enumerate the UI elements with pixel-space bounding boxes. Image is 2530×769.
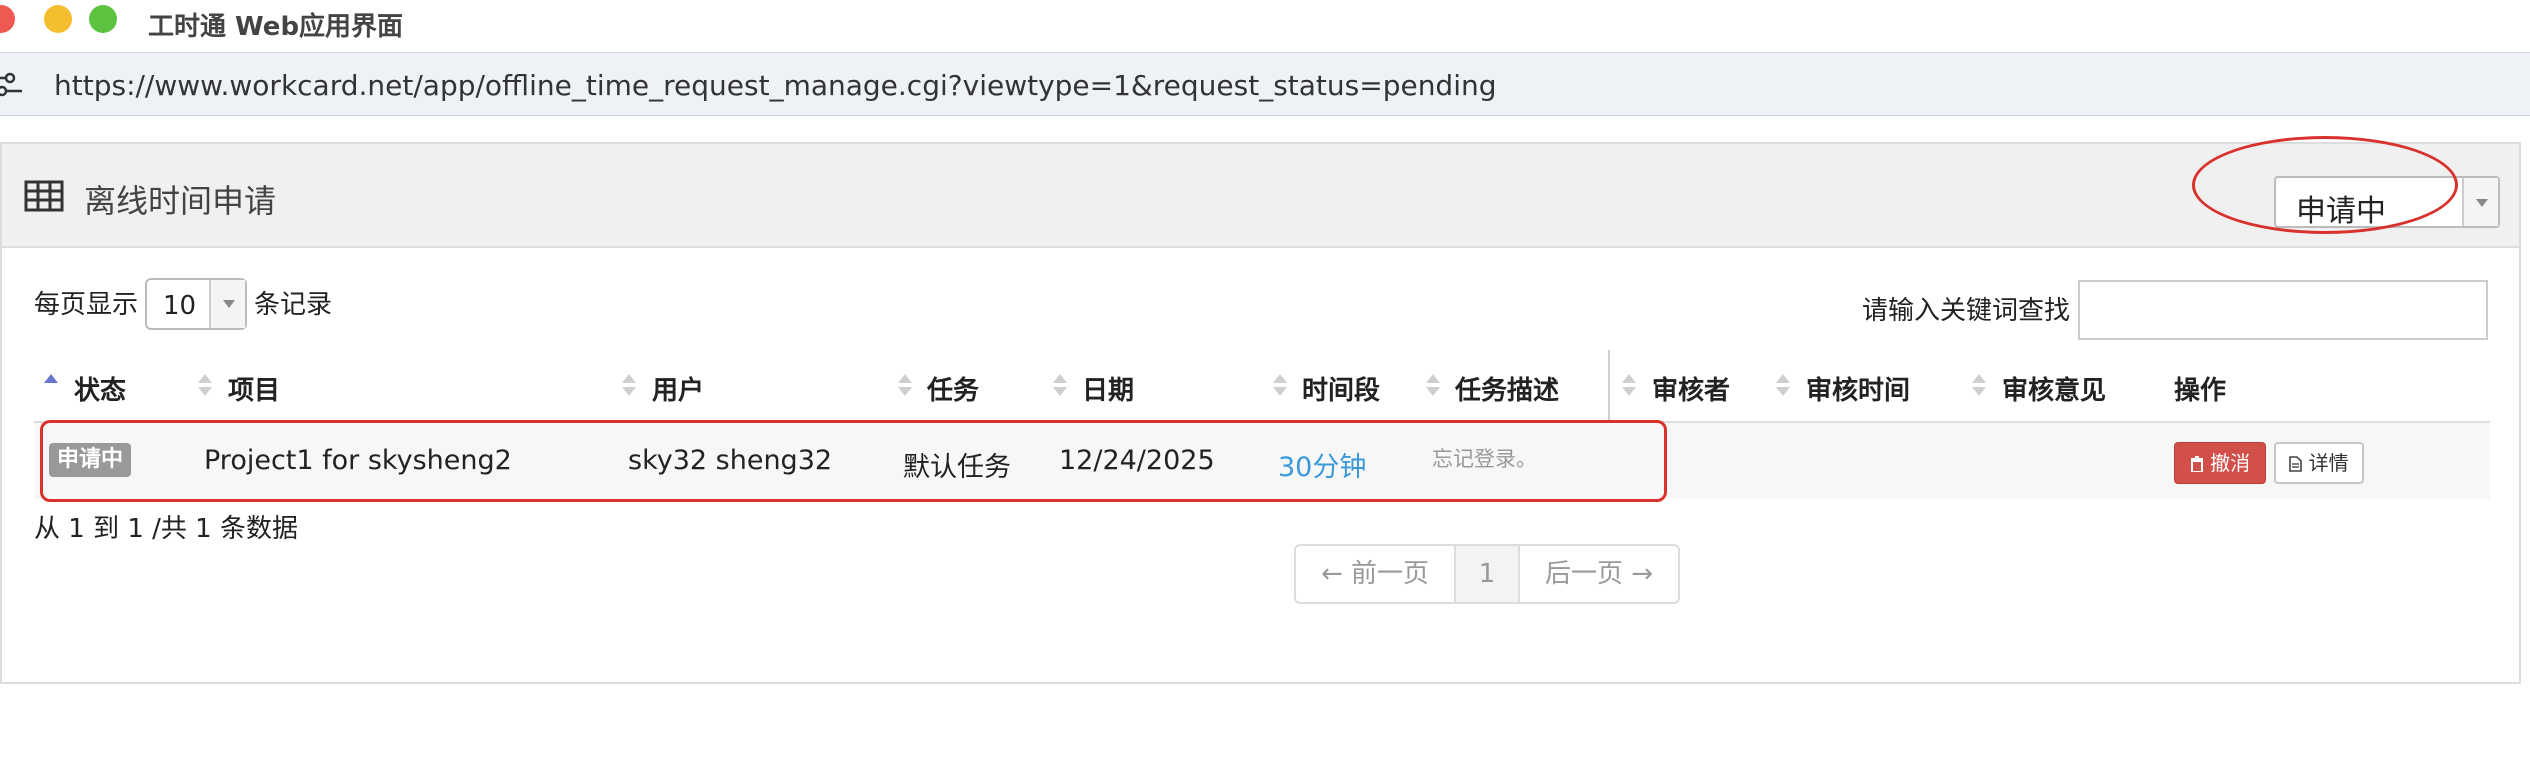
cancel-request-button[interactable]: 撤消 bbox=[2174, 442, 2266, 484]
sort-icon[interactable] bbox=[1273, 372, 1287, 400]
page-number-button[interactable]: 1 bbox=[1456, 546, 1520, 602]
cell-description: 忘记登录。 bbox=[1432, 447, 1537, 471]
address-bar[interactable]: https://www.workcard.net/app/offline_tim… bbox=[0, 52, 2530, 116]
site-settings-icon[interactable] bbox=[0, 71, 24, 99]
page-length-select[interactable]: 10 bbox=[145, 278, 247, 330]
search-label: 请输入关键词查找 bbox=[1862, 296, 2071, 326]
column-header-description[interactable]: 任务描述 bbox=[1455, 370, 1559, 407]
sort-icon[interactable] bbox=[1972, 372, 1986, 400]
maximize-window-button[interactable] bbox=[89, 5, 117, 33]
column-header-date[interactable]: 日期 bbox=[1082, 370, 1134, 407]
page-length-value: 10 bbox=[163, 291, 197, 321]
column-header-actions: 操作 bbox=[2174, 376, 2227, 406]
column-header-user[interactable]: 用户 bbox=[652, 370, 704, 407]
detail-label: 详情 bbox=[2308, 451, 2349, 475]
search-input[interactable] bbox=[2078, 280, 2488, 340]
table-info: 从 1 到 1 /共 1 条数据 bbox=[34, 514, 298, 544]
trash-icon bbox=[2190, 456, 2203, 473]
chevron-down-icon[interactable] bbox=[209, 280, 245, 328]
chevron-down-icon[interactable] bbox=[2462, 178, 2498, 226]
sort-asc-icon[interactable] bbox=[44, 372, 58, 400]
cell-project: Project1 for skysheng2 bbox=[204, 445, 512, 476]
column-header-status[interactable]: 状态 bbox=[74, 370, 126, 407]
column-header-duration[interactable]: 时间段 bbox=[1302, 370, 1380, 407]
sort-icon[interactable] bbox=[1053, 372, 1067, 400]
panel-header: 离线时间申请 申请中 bbox=[2, 136, 2519, 248]
sort-icon[interactable] bbox=[198, 372, 212, 400]
previous-page-button[interactable]: ← 前一页 bbox=[1296, 546, 1456, 602]
page-length-suffix: 条记录 bbox=[254, 290, 333, 320]
status-badge: 申请中 bbox=[49, 443, 132, 477]
window-titlebar: 工时通 Web应用界面 bbox=[0, 0, 2530, 45]
cell-duration-link[interactable]: 30分钟 bbox=[1278, 445, 1366, 484]
minimize-window-button[interactable] bbox=[44, 5, 72, 33]
offline-time-request-panel: 离线时间申请 申请中 每页显示 10 条记录 请输入关键词查找 状态 项目 用户… bbox=[0, 136, 2521, 684]
sort-icon[interactable] bbox=[898, 372, 912, 400]
column-header-review-time[interactable]: 审核时间 bbox=[1806, 370, 1910, 407]
page-length-prefix: 每页显示 bbox=[34, 290, 139, 320]
cell-date: 12/24/2025 bbox=[1059, 445, 1215, 476]
sort-icon[interactable] bbox=[622, 372, 636, 400]
document-icon bbox=[2289, 456, 2303, 472]
cancel-label: 撤消 bbox=[2210, 451, 2251, 475]
status-filter-value: 申请中 bbox=[2296, 194, 2386, 229]
panel-title: 离线时间申请 bbox=[84, 182, 277, 220]
window-title: 工时通 Web应用界面 bbox=[148, 12, 404, 42]
pagination: ← 前一页 1 后一页 → bbox=[1294, 544, 1680, 604]
detail-button[interactable]: 详情 bbox=[2274, 442, 2364, 484]
column-header-project[interactable]: 项目 bbox=[228, 370, 280, 407]
cell-user: sky32 sheng32 bbox=[628, 445, 833, 476]
sort-icon[interactable] bbox=[1622, 372, 1636, 400]
sort-icon[interactable] bbox=[1426, 372, 1440, 400]
column-header-review-comment[interactable]: 审核意见 bbox=[2002, 370, 2106, 407]
sort-icon[interactable] bbox=[1776, 372, 1790, 400]
column-header-task[interactable]: 任务 bbox=[927, 370, 979, 407]
status-filter-select[interactable]: 申请中 bbox=[2274, 176, 2500, 229]
close-window-button[interactable] bbox=[0, 5, 15, 33]
cell-task: 默认任务 bbox=[903, 452, 1011, 483]
table-icon bbox=[24, 180, 64, 212]
url-text[interactable]: https://www.workcard.net/app/offline_tim… bbox=[54, 69, 1497, 102]
next-page-button[interactable]: 后一页 → bbox=[1520, 546, 1678, 602]
column-header-reviewer[interactable]: 审核者 bbox=[1652, 370, 1730, 407]
